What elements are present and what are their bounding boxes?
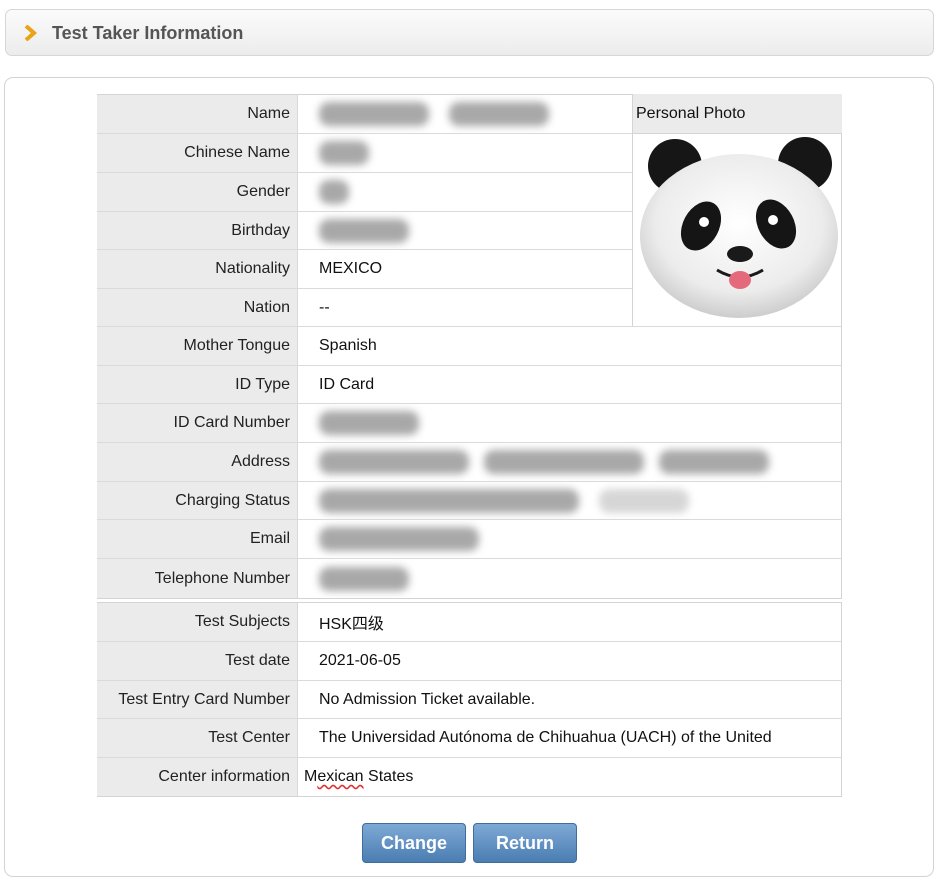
id-card-number-value-redacted	[298, 404, 842, 442]
address-value-redacted	[298, 443, 842, 481]
row-test-date: Test date 2021-06-05	[97, 642, 842, 680]
charging-status-value-redacted	[298, 482, 842, 519]
nation-value: --	[319, 298, 330, 316]
chevron-right-icon	[24, 25, 38, 41]
row-telephone-number: Telephone Number	[97, 559, 842, 598]
row-nationality: Nationality MEXICO	[97, 250, 632, 288]
row-label: Center information	[97, 758, 298, 796]
center-info-misspelled: exican	[317, 768, 364, 785]
test-entry-card-number-value: No Admission Ticket available.	[319, 690, 536, 708]
row-label: Gender	[97, 173, 298, 211]
center-info-suffix: States	[363, 768, 414, 785]
row-id-card-number: ID Card Number	[97, 404, 842, 442]
test-center-value: The Universidad Autónoma de Chihuahua (U…	[319, 729, 772, 746]
row-label: Chinese Name	[97, 134, 298, 172]
section-title: Test Taker Information	[52, 23, 244, 43]
row-address: Address	[97, 443, 842, 481]
center-info-prefix: M	[304, 768, 318, 785]
row-label: Test Subjects	[97, 603, 298, 641]
row-test-center: Test Center The Universidad Autónoma de …	[97, 719, 842, 757]
birthday-value-redacted	[298, 212, 632, 249]
row-label: Test Entry Card Number	[97, 681, 298, 718]
row-label: Address	[97, 443, 298, 481]
row-test-subjects: Test Subjects HSK四级	[97, 603, 842, 641]
row-label: Test Center	[97, 719, 298, 757]
row-email: Email	[97, 520, 842, 558]
row-charging-status: Charging Status	[97, 482, 842, 519]
row-name: Name	[97, 95, 632, 133]
row-test-entry-card-number: Test Entry Card Number No Admission Tick…	[97, 681, 842, 718]
test-date-value: 2021-06-05	[319, 652, 401, 669]
name-value-redacted	[298, 95, 632, 133]
row-label: ID Type	[97, 366, 298, 403]
row-label: ID Card Number	[97, 404, 298, 442]
row-id-type: ID Type ID Card	[97, 366, 842, 403]
row-label: Mother Tongue	[97, 327, 298, 365]
personal-photo-label: Personal Photo	[632, 94, 842, 133]
row-birthday: Birthday	[97, 212, 632, 249]
row-label: Name	[97, 95, 298, 133]
row-label: Email	[97, 520, 298, 558]
return-button[interactable]: Return	[473, 823, 577, 863]
center-information-value: Mexican States	[298, 758, 842, 796]
nationality-value: MEXICO	[319, 260, 383, 277]
section-header: Test Taker Information	[5, 9, 934, 56]
row-label: Nation	[97, 289, 298, 326]
row-mother-tongue: Mother Tongue Spanish	[97, 327, 842, 365]
telephone-number-value-redacted	[298, 559, 842, 598]
row-label: Nationality	[97, 250, 298, 288]
row-gender: Gender	[97, 173, 632, 211]
row-label: Birthday	[97, 212, 298, 249]
mother-tongue-value: Spanish	[319, 337, 377, 354]
row-center-information: Center information Mexican States	[97, 758, 842, 796]
email-value-redacted	[298, 520, 842, 558]
chinese-name-value-redacted	[298, 134, 632, 172]
row-nation: Nation --	[97, 289, 632, 326]
row-chinese-name: Chinese Name	[97, 134, 632, 172]
change-button[interactable]: Change	[362, 823, 466, 863]
panda-face-image	[640, 137, 838, 318]
personal-photo	[632, 133, 842, 326]
test-subjects-value: HSK四级	[319, 616, 384, 633]
id-type-value: ID Card	[319, 375, 375, 393]
row-label: Charging Status	[97, 482, 298, 519]
row-label: Telephone Number	[97, 559, 298, 598]
gender-value-redacted	[298, 173, 632, 211]
row-label: Test date	[97, 642, 298, 680]
